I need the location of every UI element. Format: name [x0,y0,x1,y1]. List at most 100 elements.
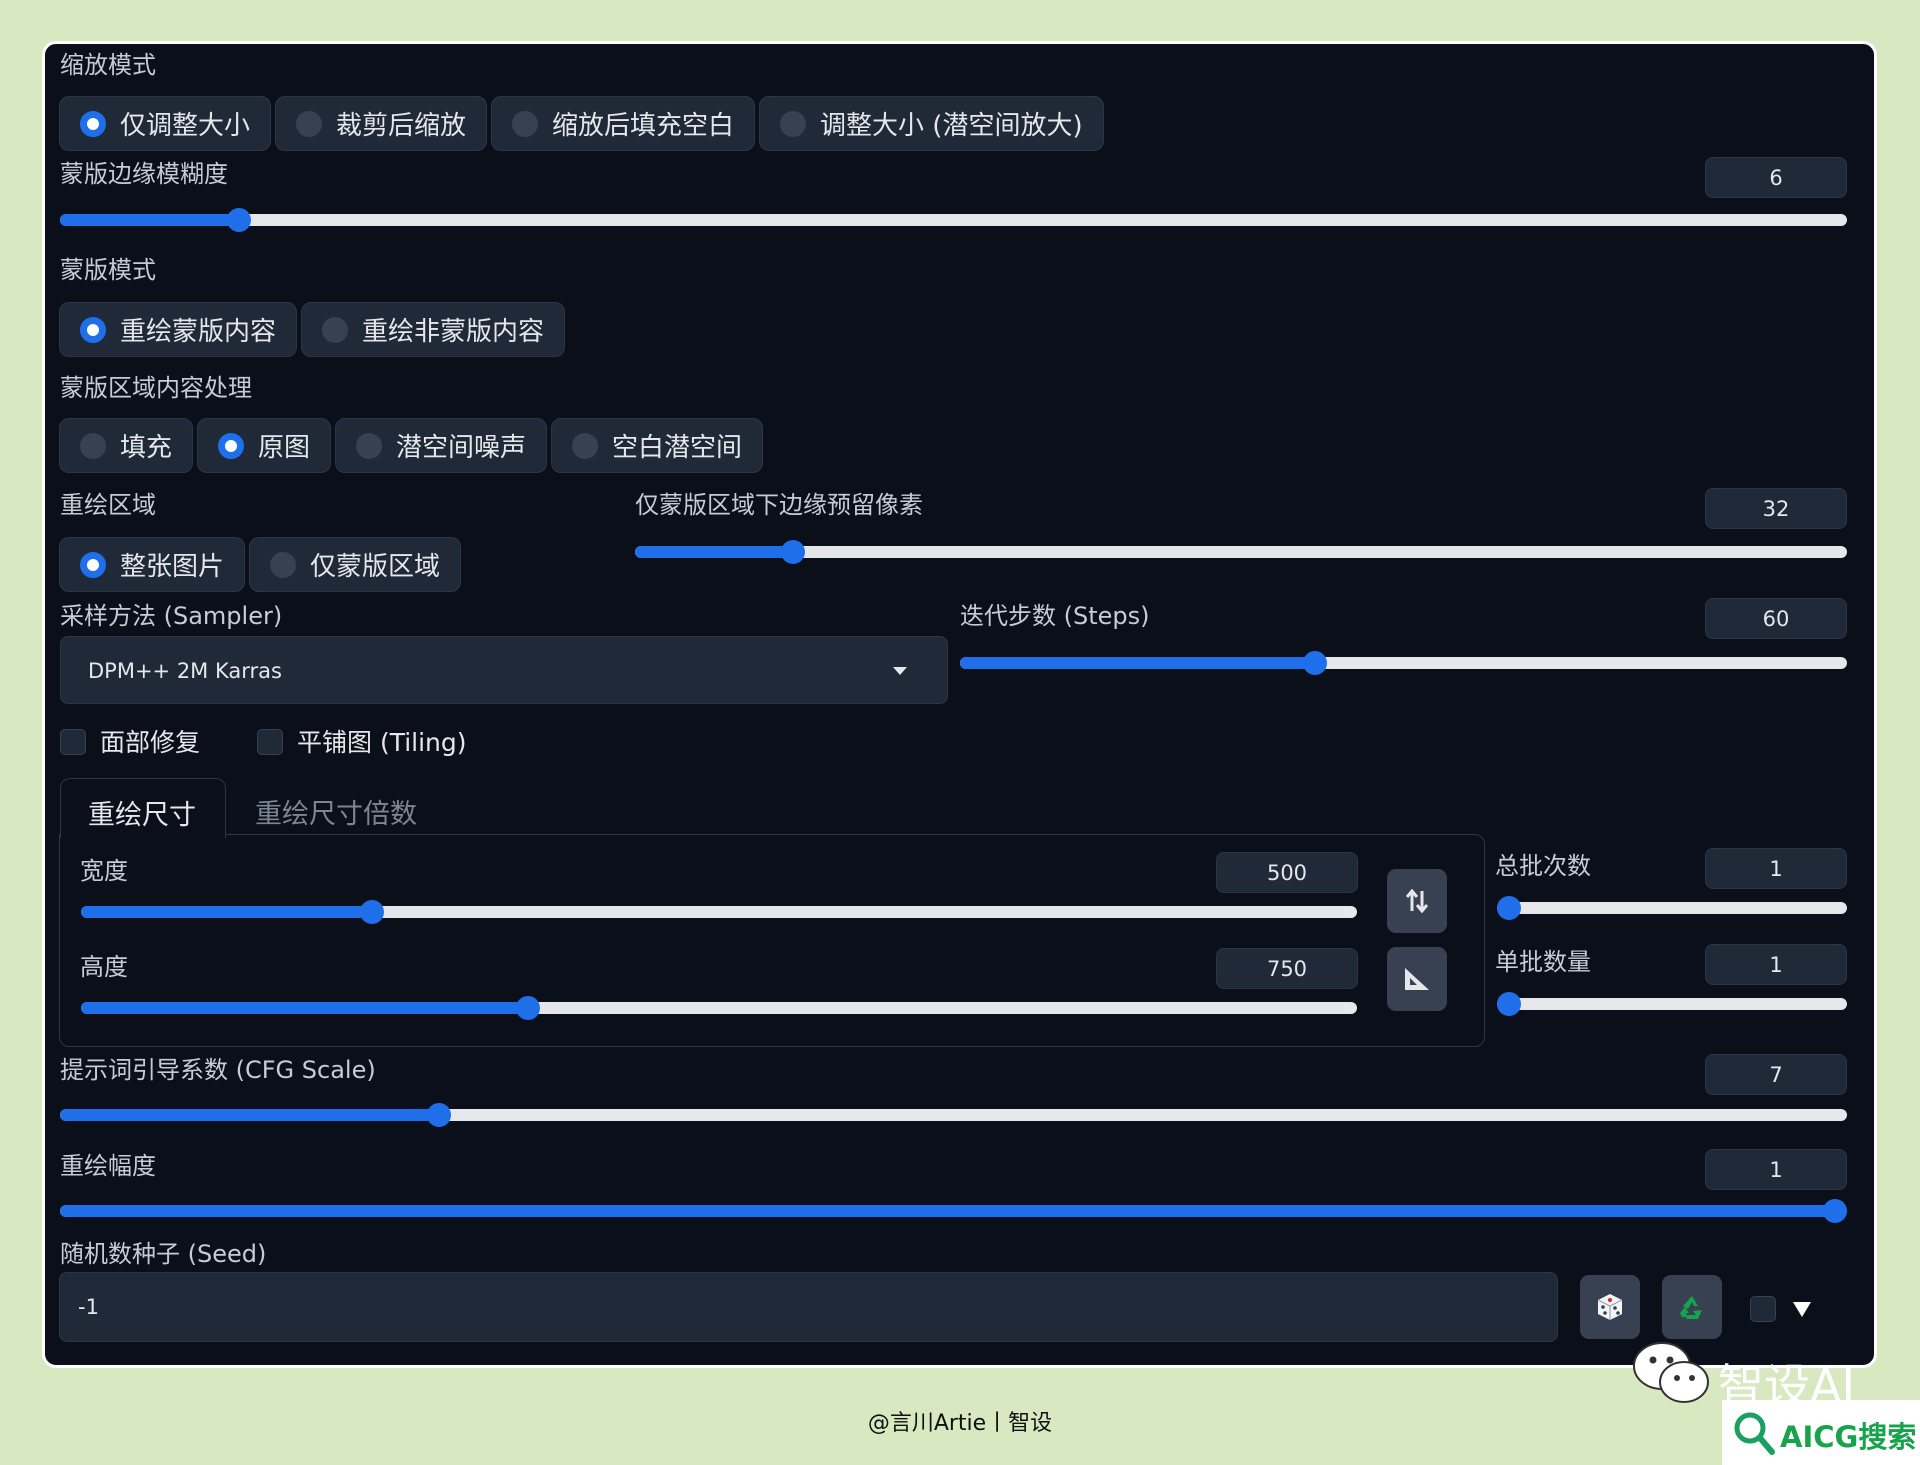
radio-dot [80,316,106,343]
resize-option-crop[interactable]: 裁剪后缩放 [275,96,488,151]
batch-size-number[interactable]: 1 [1705,944,1847,985]
slider-thumb[interactable] [359,900,384,924]
mask-blur-label: 蒙版边缘模糊度 [60,160,228,188]
cfg-scale-slider[interactable] [60,1103,1847,1127]
steps-slider[interactable] [960,651,1847,675]
height-number[interactable]: 750 [1216,948,1358,989]
resize-option-latent-upscale[interactable]: 调整大小 (潜空间放大) [759,96,1104,151]
face-restore-label: 面部修复 [100,728,201,757]
masked-content-fill[interactable]: 填充 [59,418,194,473]
radio-dot [356,432,383,459]
inpaint-area-whole-picture[interactable]: 整张图片 [59,537,246,592]
sampler-label: 采样方法 (Sampler) [60,602,283,630]
dice-icon [1597,1294,1623,1320]
resize-mode-label: 缩放模式 [60,51,156,79]
batch-count-label: 总批次数 [1495,852,1591,880]
slider-fill [635,546,793,558]
random-seed-button[interactable] [1580,1275,1640,1339]
width-slider[interactable] [81,900,1357,924]
denoising-label: 重绘幅度 [60,1152,156,1180]
tab-resize-by[interactable]: 重绘尺寸倍数 [255,792,417,831]
slider-thumb[interactable] [780,540,805,564]
denoising-number[interactable]: 1 [1705,1149,1847,1190]
masked-padding-slider[interactable] [635,540,1847,564]
wechat-icon [1632,1340,1712,1410]
masked-padding-number[interactable]: 32 [1705,488,1847,529]
mask-blur-number[interactable]: 6 [1705,157,1847,198]
chevron-down-icon [893,667,907,675]
radio-dot [80,110,106,137]
radio-dot [80,432,106,459]
tiling-label: 平铺图 (Tiling) [297,728,467,757]
radio-dot [512,110,539,137]
slider-thumb[interactable] [1497,992,1521,1016]
extra-seed-checkbox[interactable] [1750,1296,1776,1322]
mask-mode-inpaint-not-masked[interactable]: 重绘非蒙版内容 [301,302,566,357]
face-restore-checkbox[interactable] [60,729,86,755]
denoising-slider[interactable] [60,1199,1847,1223]
masked-content-original[interactable]: 原图 [197,418,332,473]
slider-thumb[interactable] [426,1103,451,1127]
inpaint-area-only-masked[interactable]: 仅蒙版区域 [249,537,462,592]
mask-blur-slider[interactable] [60,208,1847,232]
resize-option-fill[interactable]: 缩放后填充空白 [491,96,756,151]
width-number[interactable]: 500 [1216,852,1358,893]
tab-resize-to[interactable]: 重绘尺寸 [60,778,226,838]
radio-dot [780,110,807,137]
masked-content-latent-nothing[interactable]: 空白潜空间 [551,418,764,473]
mask-mode-group: 重绘蒙版内容 重绘非蒙版内容 [59,302,566,357]
width-label: 宽度 [80,857,128,885]
batch-count-slider[interactable] [1497,896,1847,920]
masked-content-latent-noise[interactable]: 潜空间噪声 [335,418,548,473]
detect-size-button[interactable] [1387,947,1447,1011]
masked-padding-label: 仅蒙版区域下边缘预留像素 [635,491,923,519]
magnifier-icon [1734,1412,1775,1455]
slider-thumb[interactable] [226,208,251,232]
radio-dot [572,432,599,459]
swap-dimensions-button[interactable] [1387,869,1447,933]
height-label: 高度 [80,953,128,981]
resize-option-just-resize[interactable]: 仅调整大小 [59,96,272,151]
caret-down-icon[interactable] [1793,1302,1811,1317]
slider-fill [60,214,239,226]
mask-mode-inpaint-masked[interactable]: 重绘蒙版内容 [59,302,298,357]
sampler-dropdown[interactable]: DPM++ 2M Karras [60,636,948,704]
aicg-badge: AICG搜索 [1722,1400,1920,1465]
radio-dot [80,551,106,578]
batch-count-number[interactable]: 1 [1705,848,1847,889]
cfg-scale-number[interactable]: 7 [1705,1054,1847,1095]
recycle-icon [1680,1296,1702,1319]
seed-input[interactable]: -1 [59,1272,1558,1342]
batch-size-slider[interactable] [1497,992,1847,1016]
batch-size-label: 单批数量 [1495,948,1591,976]
masked-content-group: 填充 原图 潜空间噪声 空白潜空间 [59,418,764,473]
seed-label: 随机数种子 (Seed) [60,1240,267,1268]
mask-mode-label: 蒙版模式 [60,256,156,284]
slider-fill [81,906,372,918]
radio-dot [218,432,245,459]
inpaint-area-group: 整张图片 仅蒙版区域 [59,537,462,592]
radio-dot [296,110,323,137]
settings-panel: 缩放模式 仅调整大小 裁剪后缩放 缩放后填充空白 调整大小 (潜空间放大) 蒙版… [42,41,1877,1368]
steps-number[interactable]: 60 [1705,598,1847,639]
reuse-seed-button[interactable] [1662,1275,1722,1339]
radio-dot [270,551,297,578]
slider-fill [60,1109,439,1121]
radio-dot [322,316,349,343]
steps-label: 迭代步数 (Steps) [960,602,1150,630]
sampler-value: DPM++ 2M Karras [88,659,282,683]
inpaint-area-label: 重绘区域 [60,491,156,519]
seed-value: -1 [78,1295,99,1319]
slider-thumb[interactable] [1823,1199,1847,1223]
slider-fill [81,1002,528,1014]
slider-thumb[interactable] [1497,896,1521,920]
slider-fill [960,657,1315,669]
slider-fill [60,1205,1847,1217]
height-slider[interactable] [81,996,1357,1020]
swap-arrows-icon [1406,889,1428,913]
resize-mode-group: 仅调整大小 裁剪后缩放 缩放后填充空白 调整大小 (潜空间放大) [59,96,1104,151]
tiling-checkbox[interactable] [257,729,283,755]
slider-thumb[interactable] [515,996,540,1020]
slider-thumb[interactable] [1302,651,1327,675]
triangle-ruler-icon [1405,968,1429,990]
